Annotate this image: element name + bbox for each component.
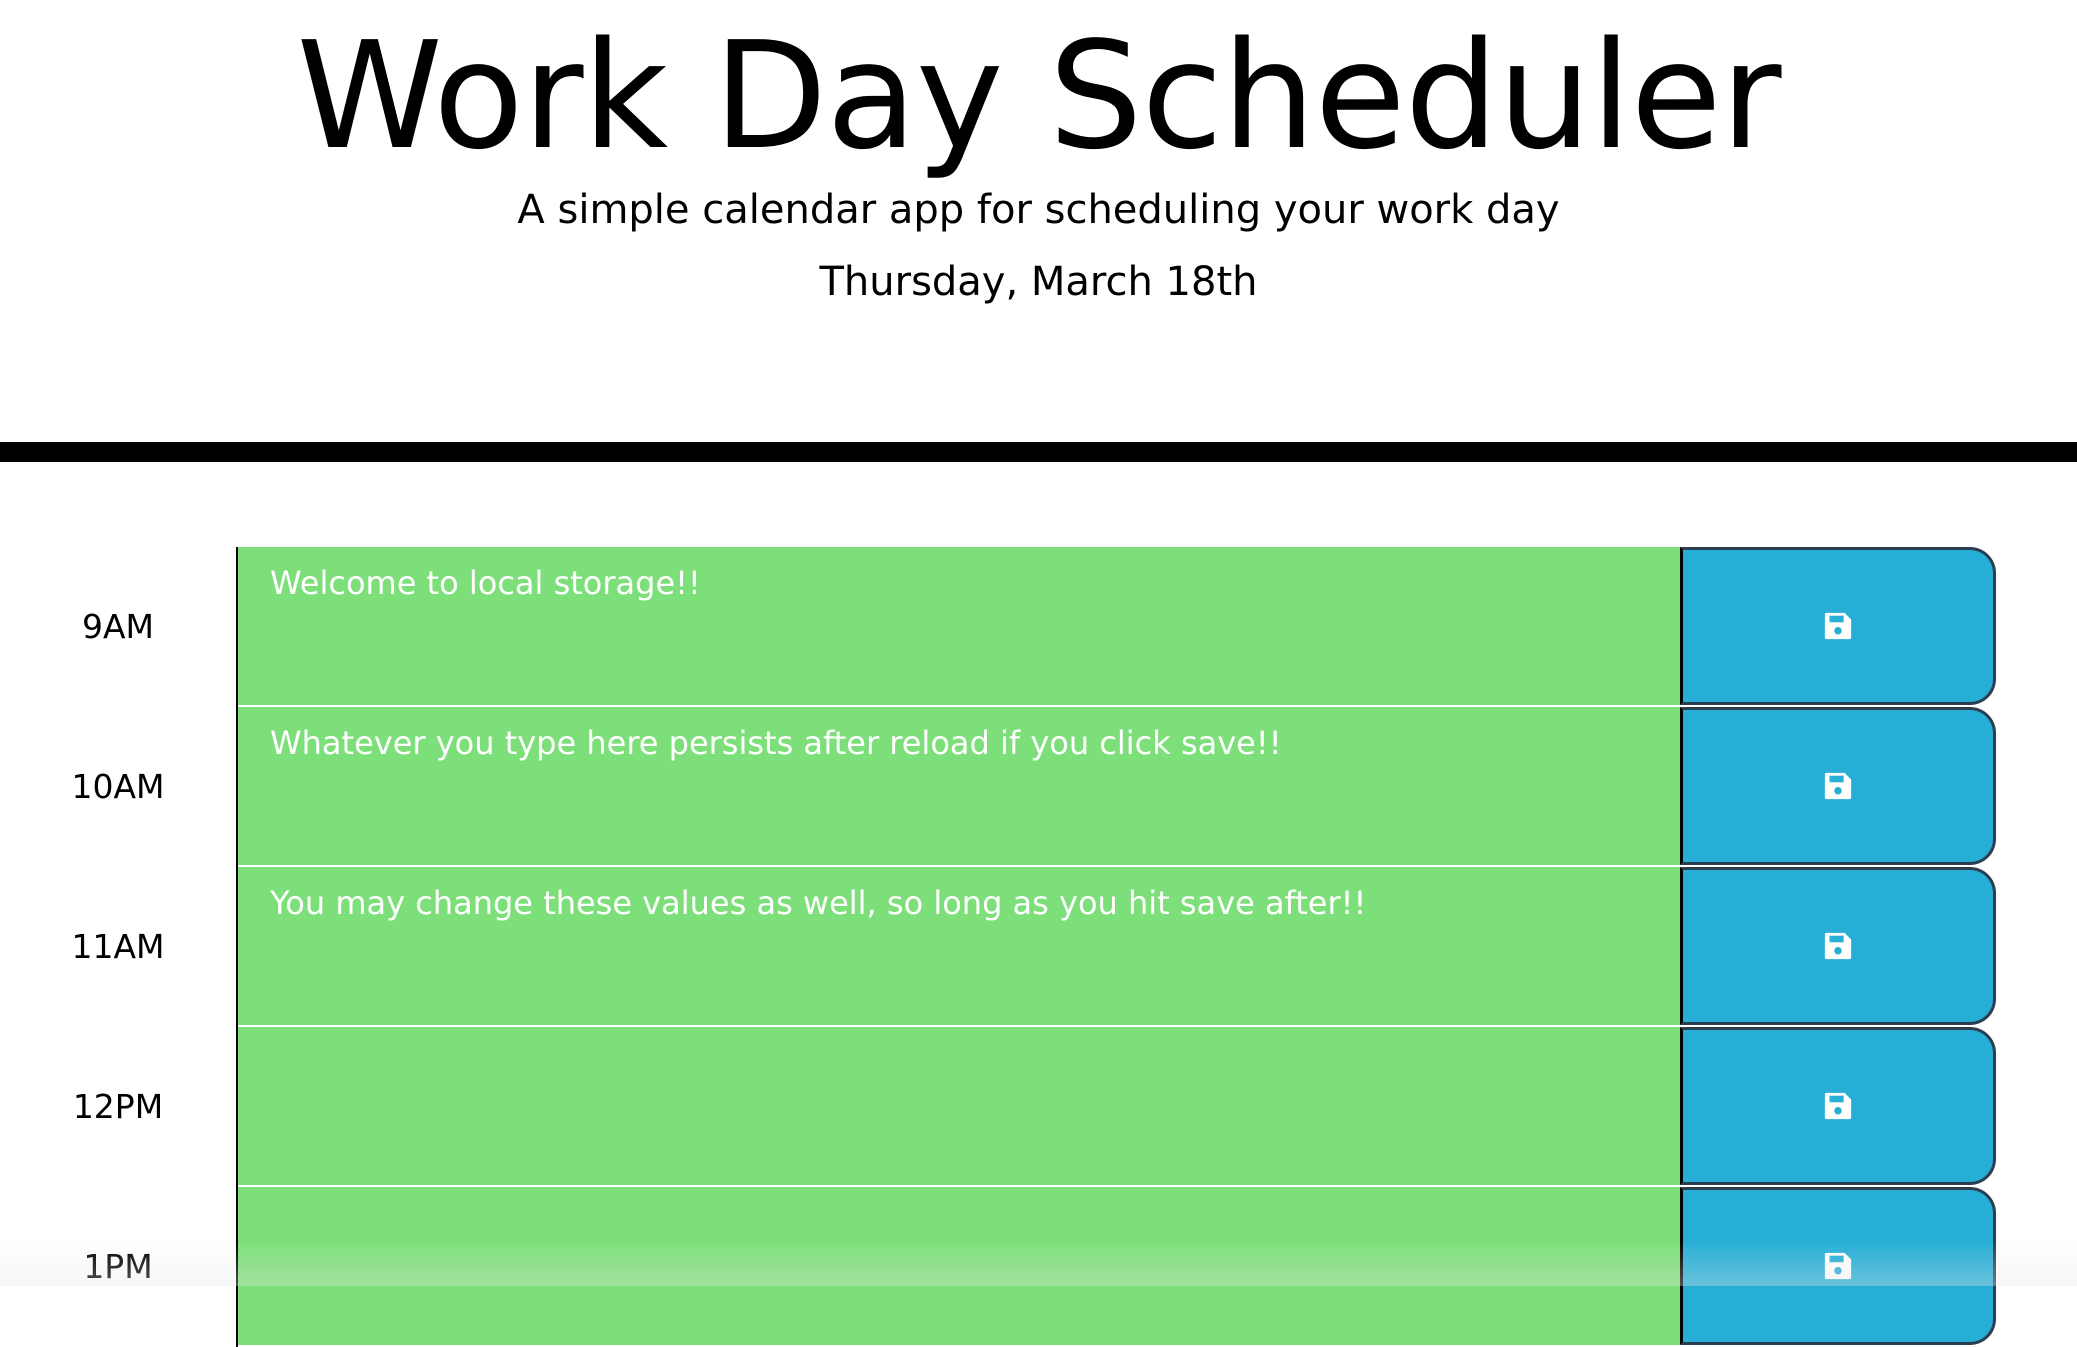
hour-label: 10AM — [0, 707, 238, 867]
hour-label: 1PM — [0, 1187, 238, 1347]
time-block: 10AM Whatever you type here persists aft… — [0, 707, 2077, 867]
event-textarea[interactable] — [238, 1027, 1680, 1187]
floppy-disk-icon — [1824, 772, 1852, 800]
hour-label: 11AM — [0, 867, 238, 1027]
save-button[interactable] — [1680, 547, 1996, 705]
save-button[interactable] — [1680, 707, 1996, 865]
time-block: 12PM — [0, 1027, 2077, 1187]
current-day: Thursday, March 18th — [819, 259, 1258, 305]
save-button[interactable] — [1680, 867, 1996, 1025]
floppy-disk-icon — [1824, 932, 1852, 960]
floppy-disk-icon — [1824, 612, 1852, 640]
time-block: 11AM You may change these values as well… — [0, 867, 2077, 1027]
page-subtitle: A simple calendar app for scheduling you… — [517, 187, 1560, 233]
time-block: 1PM — [0, 1187, 2077, 1347]
event-textarea[interactable]: You may change these values as well, so … — [238, 867, 1680, 1027]
schedule-container: 9AM Welcome to local storage!! 10AM What… — [0, 547, 2077, 1347]
save-button[interactable] — [1680, 1027, 1996, 1185]
save-button[interactable] — [1680, 1187, 1996, 1345]
hour-label: 12PM — [0, 1027, 238, 1187]
time-block: 9AM Welcome to local storage!! — [0, 547, 2077, 707]
event-textarea[interactable] — [238, 1187, 1680, 1347]
floppy-disk-icon — [1824, 1092, 1852, 1120]
page-title: Work Day Scheduler — [296, 10, 1781, 182]
hour-label: 9AM — [0, 547, 238, 707]
floppy-disk-icon — [1824, 1252, 1852, 1280]
jumbotron-header: Work Day Scheduler A simple calendar app… — [0, 0, 2077, 462]
event-textarea[interactable]: Welcome to local storage!! — [238, 547, 1680, 707]
event-textarea[interactable]: Whatever you type here persists after re… — [238, 707, 1680, 867]
